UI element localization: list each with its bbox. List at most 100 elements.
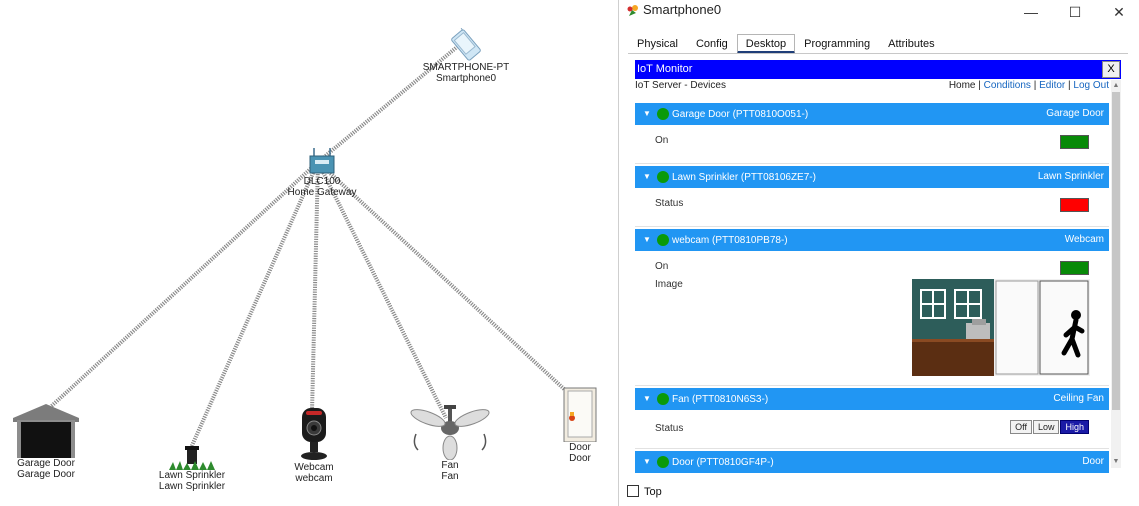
top-checkbox-label: Top <box>644 486 662 498</box>
scroll-down-arrow-icon[interactable]: ▼ <box>1111 458 1121 465</box>
title-bar[interactable]: Smartphone0 — ☐ ✕ <box>619 0 1139 28</box>
smartphone-model: SMARTPHONE-PT <box>422 62 510 73</box>
caret-down-icon[interactable]: ▼ <box>643 166 651 188</box>
caret-down-icon[interactable]: ▼ <box>643 388 651 410</box>
nav-conditions[interactable]: Conditions <box>984 80 1031 91</box>
device-header-webcam[interactable]: ▼ webcam (PTT0810PB78-) Webcam <box>635 229 1109 251</box>
smartphone-window: Smartphone0 — ☐ ✕ Physical Config Deskto… <box>618 0 1139 506</box>
status-dot-icon <box>657 456 669 468</box>
device-name: Lawn Sprinkler (PTT08106ZE7-) <box>672 172 816 183</box>
device-type: Lawn Sprinkler <box>1037 171 1104 182</box>
prop-label: On <box>655 261 669 272</box>
webcam-type: Webcam <box>294 462 334 473</box>
prop-label: Image <box>655 279 683 290</box>
server-label: IoT Server - Devices <box>635 80 726 91</box>
prop-label: Status <box>655 198 684 209</box>
sprinkler-type: Lawn Sprinkler <box>158 470 226 481</box>
node-fan[interactable]: Fan Fan <box>408 404 492 482</box>
minimize-button[interactable]: — <box>1016 2 1046 24</box>
status-dot-icon <box>657 234 669 246</box>
window-title: Smartphone0 <box>643 2 722 17</box>
webcam-image <box>912 279 1090 376</box>
smartphone-name: Smartphone0 <box>435 73 497 84</box>
link-garage <box>43 160 320 414</box>
tab-bar: Physical Config Desktop Programming Attr… <box>628 34 944 54</box>
tab-physical[interactable]: Physical <box>628 34 687 54</box>
fan-high-button[interactable]: High <box>1060 420 1089 434</box>
maximize-button[interactable]: ☐ <box>1060 2 1090 24</box>
fan-name: Fan <box>441 471 459 482</box>
nav-separator: | <box>978 80 981 91</box>
sprinkler-name: Lawn Sprinkler <box>158 481 226 492</box>
device-type: Ceiling Fan <box>1053 393 1104 404</box>
tab-attributes[interactable]: Attributes <box>879 34 943 54</box>
status-dot-icon <box>657 108 669 120</box>
device-header-door[interactable]: ▼ Door (PTT0810GF4P-) Door <box>635 451 1109 473</box>
scrollbar-thumb[interactable] <box>1112 92 1120 410</box>
close-window-button[interactable]: ✕ <box>1104 2 1134 24</box>
iot-close-button[interactable]: X <box>1102 61 1120 78</box>
webcam-icon <box>301 408 327 460</box>
link-webcam <box>310 161 320 413</box>
router-icon <box>309 148 335 174</box>
node-webcam[interactable]: Webcam webcam <box>282 406 346 484</box>
status-indicator <box>1060 135 1089 149</box>
door-type: Door <box>569 442 591 453</box>
fan-type: Fan <box>441 460 459 471</box>
tab-divider <box>628 53 1128 54</box>
device-name: webcam (PTT0810PB78-) <box>672 235 788 246</box>
gateway-model: DLC100 <box>303 176 341 187</box>
iot-monitor-titlebar: IoT Monitor <box>635 60 1121 79</box>
smartphone-icon <box>451 28 481 61</box>
node-home-gateway[interactable]: DLC100 Home Gateway <box>282 146 362 198</box>
device-name: Fan (PTT0810N6S3-) <box>672 394 769 405</box>
node-garage-door[interactable]: Garage Door Garage Door <box>4 402 88 480</box>
device-header-sprinkler[interactable]: ▼ Lawn Sprinkler (PTT08106ZE7-) Lawn Spr… <box>635 166 1109 188</box>
server-header: IoT Server - Devices Home | Conditions |… <box>635 80 1109 94</box>
device-body-fan: Status Off Low High <box>635 410 1109 449</box>
status-dot-icon <box>657 393 669 405</box>
gateway-name: Home Gateway <box>287 187 357 198</box>
prop-label: Status <box>655 423 684 434</box>
sprinkler-icon <box>169 446 215 470</box>
screen: SMARTPHONE-PT Smartphone0 DLC100 Home Ga… <box>0 0 1139 506</box>
caret-down-icon[interactable]: ▼ <box>643 451 651 473</box>
door-icon <box>563 387 597 442</box>
device-header-fan[interactable]: ▼ Fan (PTT0810N6S3-) Ceiling Fan <box>635 388 1109 410</box>
fan-off-button[interactable]: Off <box>1010 420 1032 434</box>
caret-down-icon[interactable]: ▼ <box>643 229 651 251</box>
server-nav: Home | Conditions | Editor | Log Out <box>949 80 1109 91</box>
tab-config[interactable]: Config <box>687 34 737 54</box>
top-checkbox-row[interactable]: Top <box>627 485 662 498</box>
link-fan <box>316 161 448 419</box>
fan-low-button[interactable]: Low <box>1032 420 1060 434</box>
top-checkbox[interactable] <box>627 485 639 497</box>
device-type: Webcam <box>1064 234 1104 245</box>
device-type: Door <box>1082 456 1104 467</box>
caret-down-icon[interactable]: ▼ <box>643 103 651 125</box>
device-name: Garage Door (PTT0810O051-) <box>672 109 809 120</box>
scroll-up-arrow-icon[interactable]: ▲ <box>1111 82 1121 89</box>
app-icon <box>627 5 638 16</box>
node-smartphone[interactable]: SMARTPHONE-PT Smartphone0 <box>418 28 514 84</box>
device-body-sprinkler: Status <box>635 188 1109 227</box>
tab-programming[interactable]: Programming <box>795 34 879 54</box>
node-lawn-sprinkler[interactable]: Lawn Sprinkler Lawn Sprinkler <box>150 442 234 492</box>
garage-type: Garage Door <box>17 458 75 469</box>
nav-separator: | <box>1068 80 1071 91</box>
ceiling-fan-icon <box>410 405 490 460</box>
webcam-name: webcam <box>295 473 333 484</box>
prop-label: On <box>655 135 669 146</box>
nav-logout[interactable]: Log Out <box>1073 80 1109 91</box>
garage-icon <box>13 404 79 458</box>
nav-home[interactable]: Home <box>949 80 976 91</box>
status-dot-icon <box>657 171 669 183</box>
garage-name: Garage Door <box>17 469 75 480</box>
tab-desktop[interactable]: Desktop <box>736 34 796 54</box>
topology-canvas[interactable]: SMARTPHONE-PT Smartphone0 DLC100 Home Ga… <box>0 0 618 506</box>
device-name: Door (PTT0810GF4P-) <box>672 457 774 468</box>
device-header-garage[interactable]: ▼ Garage Door (PTT0810O051-) Garage Door <box>635 103 1109 125</box>
nav-editor[interactable]: Editor <box>1039 80 1065 91</box>
status-indicator <box>1060 261 1089 275</box>
node-door[interactable]: Door Door <box>556 386 604 464</box>
